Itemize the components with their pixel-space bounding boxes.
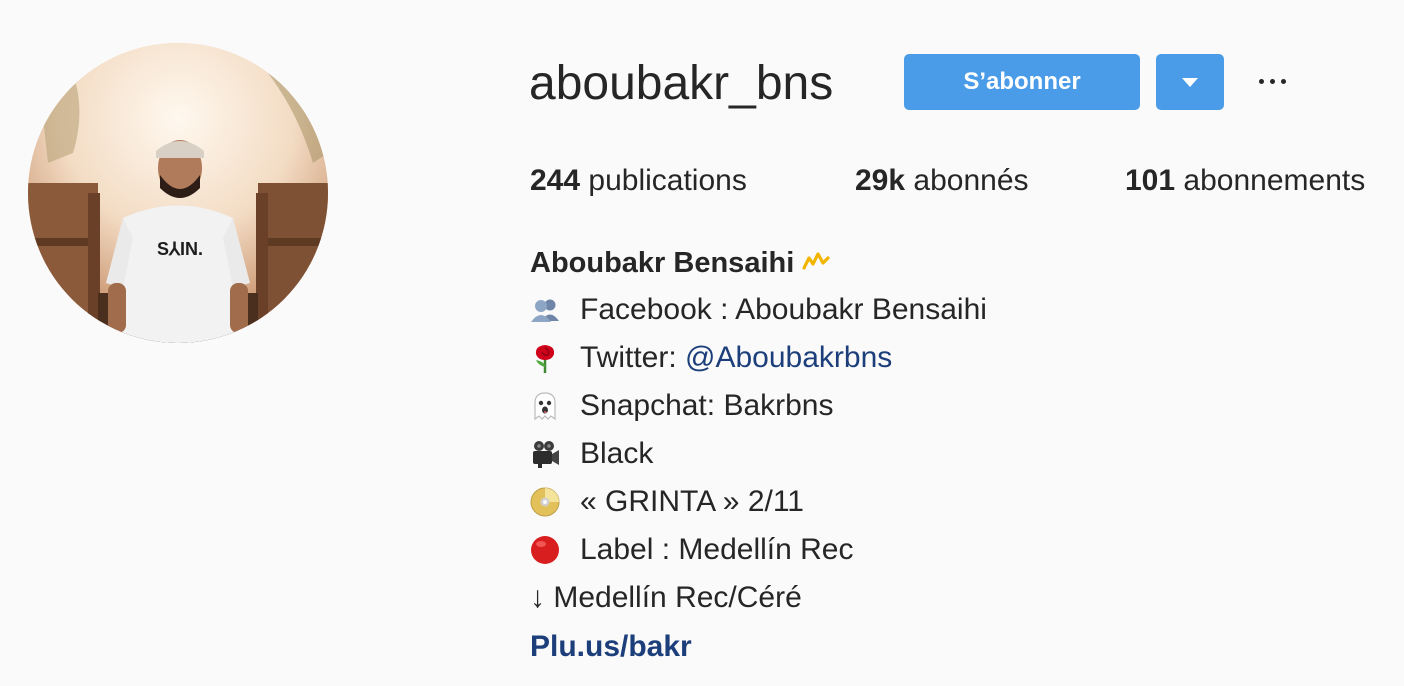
posts-label: publications <box>588 164 747 197</box>
profile-page: S⅄IN. aboubakr_bns S’abonner 244 publica… <box>0 0 1404 686</box>
rose-icon <box>535 345 555 373</box>
profile-username: aboubakr_bns <box>529 57 834 110</box>
part-alternation-mark-icon <box>802 247 832 279</box>
bio-text: « GRINTA » 2/11 <box>580 485 804 518</box>
follow-button[interactable]: S’abonner <box>904 54 1140 110</box>
avatar-photo: S⅄IN. <box>28 43 328 343</box>
twitter-mention-link[interactable]: @Aboubakrbns <box>685 341 892 374</box>
bio-text: Facebook : Aboubakr Bensaihi <box>580 293 987 326</box>
dvd-icon <box>530 487 560 517</box>
profile-avatar[interactable]: S⅄IN. <box>28 43 328 343</box>
following-label: abonnements <box>1183 164 1366 197</box>
bio-text: Black <box>580 437 654 470</box>
movie-camera-icon <box>533 441 559 468</box>
bio-text: ↓ Medellín Rec/Céré <box>530 581 802 614</box>
caret-down-icon <box>1182 78 1198 87</box>
posts-count-stat: 244 publications <box>530 162 747 200</box>
bio-text: Label : Medellín Rec <box>580 533 854 566</box>
following-count-stat[interactable]: 101 abonnements <box>1125 162 1365 200</box>
bio-text: Snapchat: Bakrbns <box>580 389 834 422</box>
profile-website-link[interactable]: Plu.us/bakr <box>530 627 692 667</box>
followers-count: 29k <box>855 164 906 197</box>
busts-icon <box>531 299 559 322</box>
bio-line-medellin: ↓ Medellín Rec/Céré <box>530 578 802 618</box>
followers-label: abonnés <box>913 164 1029 197</box>
ghost-icon <box>534 392 556 421</box>
following-count: 101 <box>1125 164 1176 197</box>
red-circle-icon <box>531 536 559 564</box>
more-options-button[interactable] <box>1253 64 1293 100</box>
suggestions-dropdown-button[interactable] <box>1156 54 1224 110</box>
followers-count-stat[interactable]: 29k abonnés <box>855 162 1029 200</box>
profile-full-name: Aboubakr Bensaihi <box>530 244 832 282</box>
full-name-text: Aboubakr Bensaihi <box>530 247 795 279</box>
svg-text:S⅄IN.: S⅄IN. <box>157 239 203 259</box>
bio-text: Twitter: <box>580 341 686 374</box>
posts-count: 244 <box>530 164 581 197</box>
